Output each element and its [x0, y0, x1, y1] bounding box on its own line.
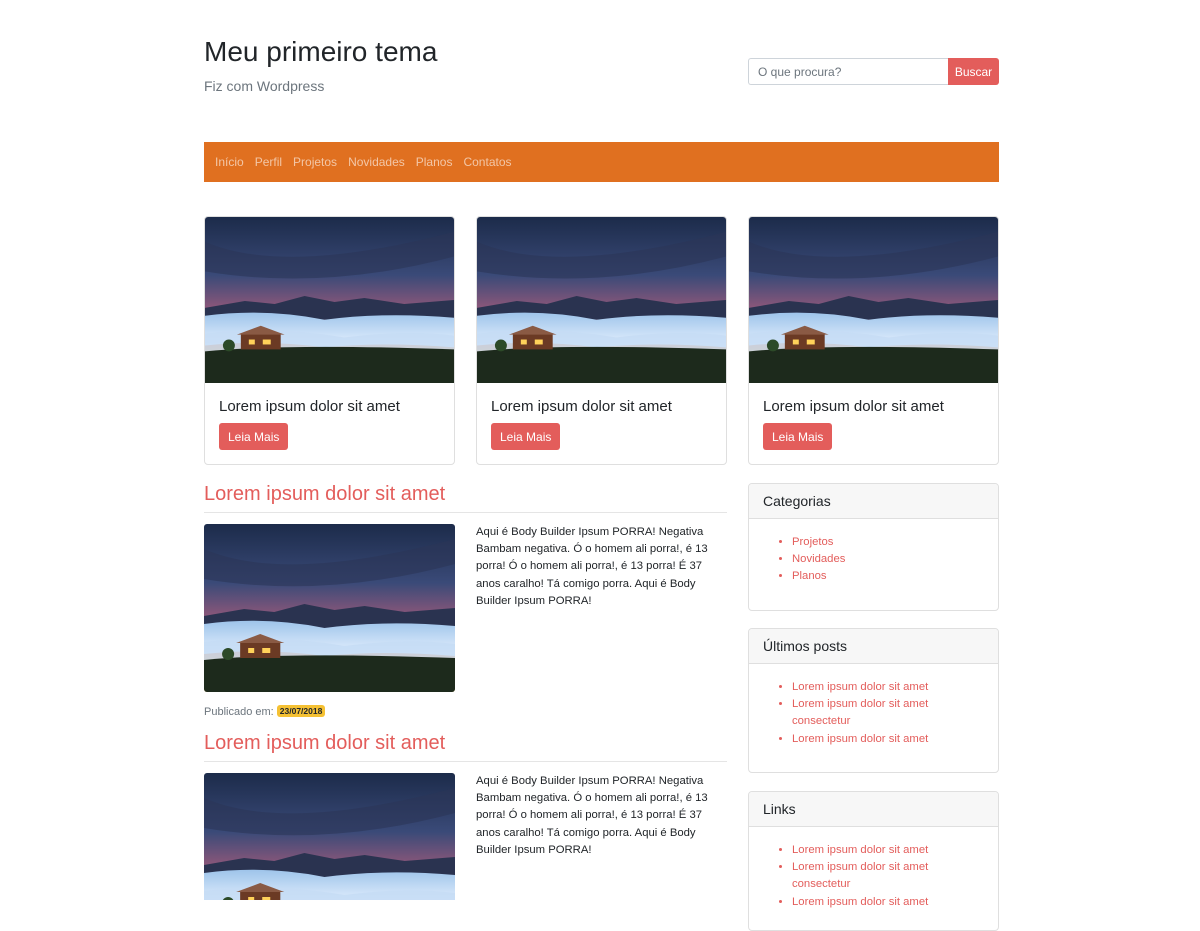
nav-item-novidades[interactable]: Novidades	[348, 155, 405, 169]
nav-item-planos[interactable]: Planos	[416, 155, 453, 169]
widget-title: Últimos posts	[749, 629, 998, 664]
post-divider	[204, 761, 727, 762]
featured-card: Lorem ipsum dolor sit amet Leia Mais	[748, 216, 999, 465]
post-meta-label: Publicado em:	[204, 706, 274, 718]
sidebar-link[interactable]: Lorem ipsum dolor sit amet consectetur	[792, 861, 928, 890]
sidebar-link[interactable]: Lorem ipsum dolor sit amet	[792, 896, 928, 908]
post-meta: Publicado em: 23/07/2018	[204, 705, 326, 718]
category-link[interactable]: Novidades	[792, 553, 845, 565]
post-excerpt: Aqui é Body Builder Ipsum PORRA! Negativ…	[476, 526, 708, 607]
site-description: Fiz com Wordpress	[204, 78, 325, 94]
latest-post-item: Lorem ipsum dolor sit amet	[792, 679, 948, 696]
category-item: Novidades	[792, 551, 998, 568]
latest-post-link[interactable]: Lorem ipsum dolor sit amet	[792, 733, 928, 745]
featured-image[interactable]	[477, 217, 726, 383]
latest-posts-widget: Últimos posts Lorem ipsum dolor sit amet…	[748, 628, 999, 773]
nav-item-inicio[interactable]: Início	[215, 155, 244, 169]
latest-post-item: Lorem ipsum dolor sit amet consectetur	[792, 696, 948, 730]
links-list: Lorem ipsum dolor sit amet Lorem ipsum d…	[749, 827, 998, 911]
latest-post-link[interactable]: Lorem ipsum dolor sit amet consectetur	[792, 698, 928, 727]
featured-card-title: Lorem ipsum dolor sit amet	[219, 398, 400, 415]
category-link[interactable]: Planos	[792, 570, 827, 582]
site-title[interactable]: Meu primeiro tema	[204, 36, 437, 68]
nav-item-contatos[interactable]: Contatos	[463, 155, 511, 169]
search-input[interactable]	[748, 58, 948, 85]
featured-image[interactable]	[749, 217, 998, 383]
nav-item-perfil[interactable]: Perfil	[255, 155, 282, 169]
search-button[interactable]: Buscar	[948, 58, 999, 85]
post-title[interactable]: Lorem ipsum dolor sit amet	[204, 732, 445, 755]
read-more-button[interactable]: Leia Mais	[763, 423, 833, 450]
post-title[interactable]: Lorem ipsum dolor sit amet	[204, 483, 445, 506]
latest-post-link[interactable]: Lorem ipsum dolor sit amet	[792, 681, 928, 693]
post-date-badge: 23/07/2018	[276, 705, 326, 717]
read-more-button[interactable]: Leia Mais	[491, 423, 561, 450]
latest-posts-list: Lorem ipsum dolor sit amet Lorem ipsum d…	[749, 664, 998, 748]
categories-widget: Categorias Projetos Novidades Planos	[748, 483, 999, 611]
main-nav: Início Perfil Projetos Novidades Planos …	[204, 142, 999, 182]
link-item: Lorem ipsum dolor sit amet consectetur	[792, 859, 948, 893]
post-image[interactable]	[204, 524, 455, 692]
link-item: Lorem ipsum dolor sit amet	[792, 894, 948, 911]
featured-card-title: Lorem ipsum dolor sit amet	[491, 398, 672, 415]
featured-card: Lorem ipsum dolor sit amet Leia Mais	[476, 216, 727, 465]
link-item: Lorem ipsum dolor sit amet	[792, 842, 948, 859]
categories-list: Projetos Novidades Planos	[749, 519, 998, 586]
links-widget: Links Lorem ipsum dolor sit amet Lorem i…	[748, 791, 999, 931]
featured-card-title: Lorem ipsum dolor sit amet	[763, 398, 944, 415]
featured-card: Lorem ipsum dolor sit amet Leia Mais	[204, 216, 455, 465]
widget-title: Categorias	[749, 484, 998, 519]
read-more-button[interactable]: Leia Mais	[219, 423, 289, 450]
widget-title: Links	[749, 792, 998, 827]
post-divider	[204, 512, 727, 513]
post-image[interactable]	[204, 773, 455, 900]
latest-post-item: Lorem ipsum dolor sit amet	[792, 731, 948, 748]
category-link[interactable]: Projetos	[792, 536, 833, 548]
category-item: Projetos	[792, 534, 998, 551]
featured-image[interactable]	[205, 217, 454, 383]
search-form: Buscar	[748, 58, 999, 85]
sidebar-link[interactable]: Lorem ipsum dolor sit amet	[792, 844, 928, 856]
nav-item-projetos[interactable]: Projetos	[293, 155, 337, 169]
post-excerpt: Aqui é Body Builder Ipsum PORRA! Negativ…	[476, 775, 708, 856]
category-item: Planos	[792, 568, 998, 585]
